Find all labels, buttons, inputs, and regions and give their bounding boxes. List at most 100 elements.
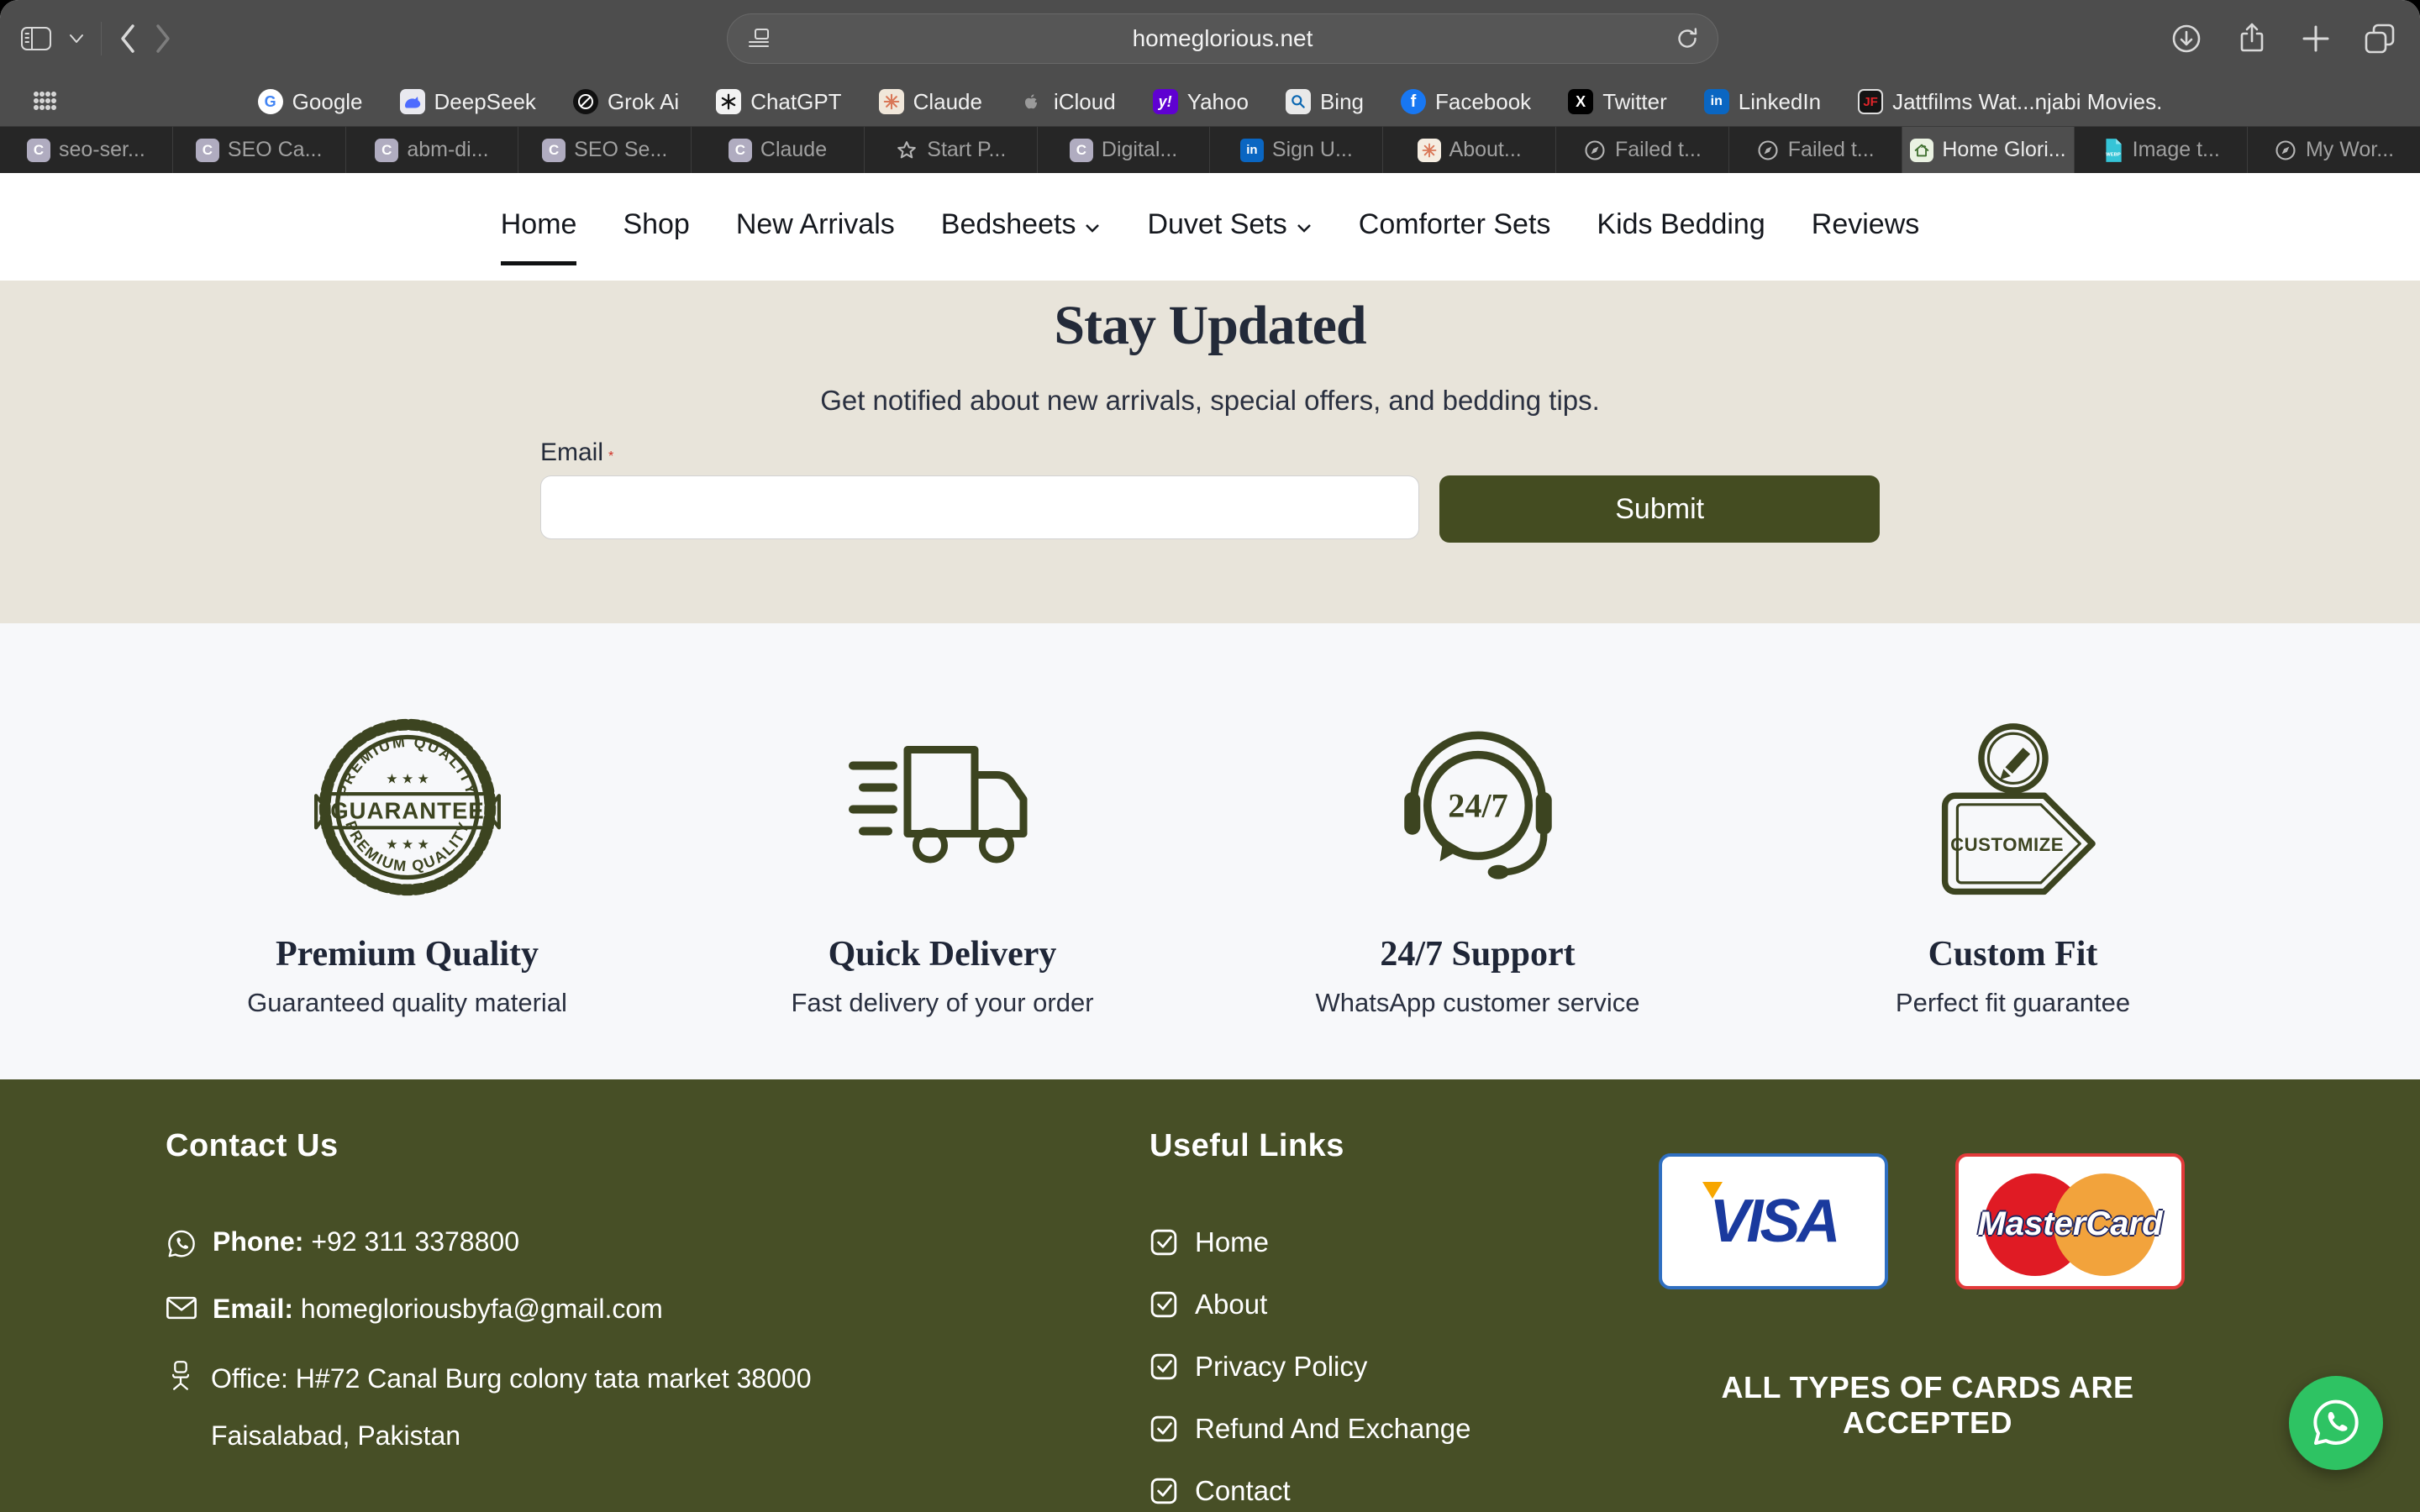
- submit-button[interactable]: Submit: [1439, 475, 1880, 543]
- tab-start-p[interactable]: Start P...: [865, 127, 1038, 173]
- nav-shop[interactable]: Shop: [623, 208, 689, 265]
- feature-quick-delivery: Quick Delivery Fast delivery of your ord…: [724, 714, 1161, 1079]
- svg-text:★ ★ ★: ★ ★ ★: [386, 772, 429, 786]
- footer-link-home[interactable]: Home: [1150, 1226, 1470, 1258]
- downloads-button[interactable]: [2168, 20, 2205, 57]
- tab-abm-di[interactable]: C abm-di...: [346, 127, 519, 173]
- bookmark-claude[interactable]: Claude: [879, 89, 982, 115]
- back-arrow-icon: [118, 24, 137, 54]
- jattfilms-icon: JF: [1858, 89, 1883, 114]
- bookmark-google[interactable]: G Google: [258, 89, 363, 115]
- forward-button[interactable]: [154, 24, 172, 54]
- feature-subtitle: Perfect fit guarantee: [1795, 988, 2232, 1018]
- bookmark-icloud[interactable]: iCloud: [1019, 89, 1116, 115]
- guarantee-seal-icon: PREMIUM QUALITY PREMIUM QUALITY ★ ★ ★ GU…: [189, 714, 626, 900]
- grid-icon: [32, 89, 59, 113]
- tab-home-glorious[interactable]: Home Glori...: [1902, 127, 2075, 173]
- newsletter-form: Email* Submit: [540, 438, 1880, 543]
- tab-overview-icon: [2361, 20, 2398, 57]
- headset-24-7-icon: 24/7: [1260, 714, 1697, 900]
- compass-icon: [1583, 139, 1607, 162]
- tab-overview-button[interactable]: [2361, 20, 2398, 57]
- svg-text:WEBP: WEBP: [2106, 152, 2121, 157]
- nav-reviews[interactable]: Reviews: [1812, 208, 1919, 265]
- bookmark-twitter[interactable]: X Twitter: [1568, 89, 1667, 115]
- visa-card-logo: VISA: [1659, 1153, 1888, 1289]
- nav-bedsheets[interactable]: Bedsheets: [941, 208, 1102, 265]
- tab-bar: C seo-ser... C SEO Ca... C abm-di... C S…: [0, 126, 2420, 173]
- toolbar-divider: [101, 22, 102, 55]
- whatsapp-fab[interactable]: [2289, 1376, 2383, 1470]
- share-button[interactable]: [2233, 20, 2270, 57]
- feature-title: Premium Quality: [189, 934, 626, 974]
- contact-office-row: Office: H#72 Canal Burg colony tata mark…: [166, 1358, 811, 1400]
- claude-favicon: C: [542, 139, 566, 162]
- footer-contact-column: Contact Us Phone: +92 311 3378800 Ema: [166, 1128, 811, 1452]
- sidebar-toggle-button[interactable]: [20, 25, 52, 52]
- tab-image-t[interactable]: WEBP Image t...: [2075, 127, 2248, 173]
- tab-seo-se[interactable]: C SEO Se...: [518, 127, 692, 173]
- whatsapp-icon: [166, 1228, 197, 1260]
- tab-seo-ser[interactable]: C seo-ser...: [0, 127, 173, 173]
- bookmark-chatgpt[interactable]: ChatGPT: [716, 89, 841, 115]
- nav-home[interactable]: Home: [501, 208, 577, 265]
- email-input[interactable]: [540, 475, 1419, 539]
- new-tab-button[interactable]: [2299, 22, 2333, 55]
- envelope-icon: [166, 1295, 197, 1320]
- bookmark-linkedin[interactable]: in LinkedIn: [1704, 89, 1821, 115]
- webp-file-icon: WEBP: [2102, 138, 2124, 163]
- footer-link-contact[interactable]: Contact: [1150, 1475, 1470, 1507]
- footer-link-refund[interactable]: Refund And Exchange: [1150, 1413, 1470, 1445]
- back-button[interactable]: [118, 24, 137, 54]
- bookmark-jattfilms[interactable]: JF Jattfilms Wat...njabi Movies.: [1858, 89, 2162, 115]
- sidebar-chevron-button[interactable]: [69, 34, 84, 44]
- plus-icon: [2299, 22, 2333, 55]
- favorites-grid-button[interactable]: [32, 89, 59, 113]
- grok-icon: [573, 89, 598, 114]
- chevron-down-icon: [69, 34, 84, 44]
- x-twitter-icon: X: [1568, 89, 1593, 114]
- bookmark-yahoo[interactable]: y! Yahoo: [1153, 89, 1249, 115]
- mastercard-logo: MasterCard: [1955, 1153, 2185, 1289]
- checkbox-check-icon: [1150, 1352, 1178, 1381]
- feature-subtitle: Guaranteed quality material: [189, 988, 626, 1018]
- compass-icon: [2274, 139, 2297, 162]
- linkedin-icon: in: [1704, 89, 1729, 114]
- bookmark-bing[interactable]: Bing: [1286, 89, 1364, 115]
- tab-claude[interactable]: C Claude: [692, 127, 865, 173]
- nav-new-arrivals[interactable]: New Arrivals: [736, 208, 895, 265]
- bookmark-grok[interactable]: Grok Ai: [573, 89, 679, 115]
- nav-kids-bedding[interactable]: Kids Bedding: [1597, 208, 1765, 265]
- url-text: homeglorious.net: [728, 25, 1718, 52]
- address-bar[interactable]: homeglorious.net: [727, 13, 1718, 64]
- nav-duvet-sets[interactable]: Duvet Sets: [1147, 208, 1312, 265]
- tab-about[interactable]: About...: [1383, 127, 1556, 173]
- nav-comforter-sets[interactable]: Comforter Sets: [1359, 208, 1551, 265]
- tab-failed-1[interactable]: Failed t...: [1556, 127, 1729, 173]
- tab-failed-2[interactable]: Failed t...: [1729, 127, 1902, 173]
- svg-text:CUSTOMIZE: CUSTOMIZE: [1950, 834, 2064, 855]
- contact-phone-row: Phone: +92 311 3378800: [166, 1226, 811, 1260]
- claude-spark-favicon: [1418, 139, 1441, 162]
- footer-link-about[interactable]: About: [1150, 1289, 1470, 1320]
- feature-support: 24/7 24/7 Support WhatsApp customer serv…: [1260, 714, 1697, 1079]
- reload-button[interactable]: [1674, 25, 1701, 52]
- tab-my-wor[interactable]: My Wor...: [2248, 127, 2420, 173]
- browser-chrome: homeglorious.net: [0, 0, 2420, 173]
- feature-title: Custom Fit: [1795, 934, 2232, 974]
- chatgpt-icon: [716, 89, 741, 114]
- footer-link-privacy-policy[interactable]: Privacy Policy: [1150, 1351, 1470, 1383]
- yahoo-icon: y!: [1153, 89, 1178, 114]
- tab-sign-u[interactable]: in Sign U...: [1210, 127, 1383, 173]
- svg-text:24/7: 24/7: [1448, 787, 1507, 825]
- apple-icon: [1019, 89, 1044, 114]
- bookmark-facebook[interactable]: f Facebook: [1401, 89, 1531, 115]
- footer-links-column: Useful Links Home About Privacy Policy: [1150, 1128, 1470, 1512]
- bookmark-deepseek[interactable]: DeepSeek: [400, 89, 536, 115]
- sidebar-icon: [20, 25, 52, 52]
- forward-arrow-icon: [154, 24, 172, 54]
- linkedin-favicon: in: [1240, 139, 1264, 162]
- tab-digital[interactable]: C Digital...: [1038, 127, 1211, 173]
- tab-seo-ca[interactable]: C SEO Ca...: [173, 127, 346, 173]
- feature-premium-quality: PREMIUM QUALITY PREMIUM QUALITY ★ ★ ★ GU…: [189, 714, 626, 1079]
